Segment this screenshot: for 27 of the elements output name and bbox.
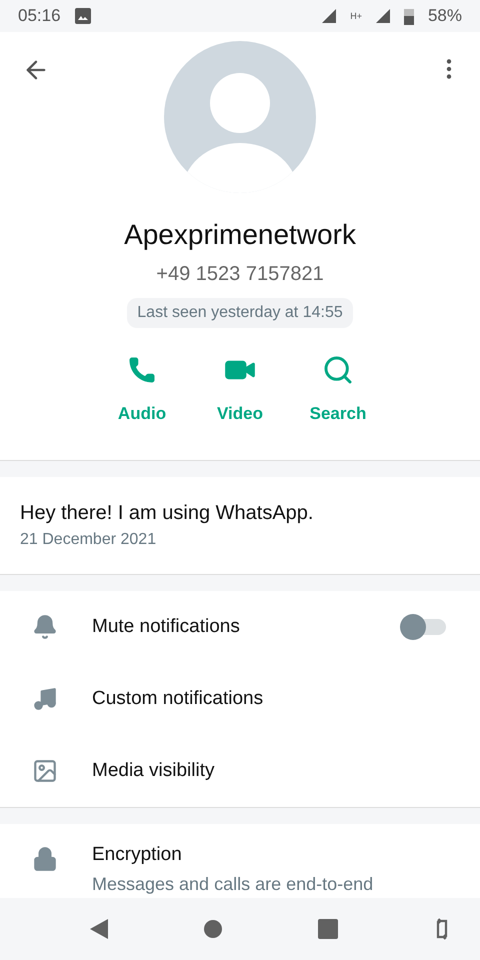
phone-number: +49 1523 7157821: [156, 263, 324, 286]
about-date: 21 December 2021: [20, 531, 158, 549]
battery-percent: 58%: [428, 6, 462, 26]
search-icon: [322, 354, 354, 386]
battery-icon: [404, 8, 414, 24]
lock-icon: [32, 846, 58, 872]
contact-name: Apexprimenetwork: [124, 219, 356, 251]
image-notification-icon: [74, 8, 91, 24]
clock-time: 05:16: [18, 6, 61, 26]
last-seen: Last seen yesterday at 14:55: [127, 298, 353, 328]
rotate-icon[interactable]: [434, 918, 450, 940]
setting-label[interactable]: Media visibility: [92, 760, 214, 782]
mute-toggle[interactable]: [400, 614, 448, 640]
encryption-text: Messages and calls are end-to-end: [92, 874, 374, 895]
signal-icon: [376, 9, 390, 23]
image-icon: [32, 758, 58, 784]
signal-icon: [322, 9, 336, 23]
encryption-title: Encryption: [92, 844, 183, 866]
music-note-icon: [32, 686, 58, 712]
about-text: Hey there! I am using WhatsApp.: [20, 502, 314, 525]
back-nav-icon[interactable]: [90, 919, 108, 939]
phone-icon: [127, 355, 157, 385]
bell-icon: [32, 614, 58, 640]
setting-label[interactable]: Custom notifications: [92, 688, 264, 710]
network-type: H+: [350, 11, 362, 21]
setting-label[interactable]: Mute notifications: [92, 616, 240, 638]
home-nav-icon[interactable]: [204, 920, 222, 938]
